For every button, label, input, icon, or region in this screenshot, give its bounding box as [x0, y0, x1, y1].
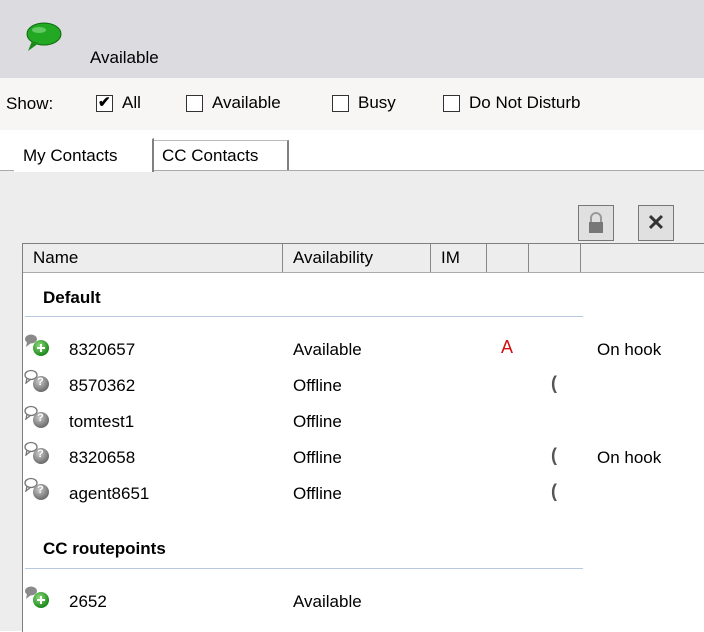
filter-bar: Show: All Available Busy Do Not Disturb [0, 78, 704, 130]
column-header-name[interactable]: Name [23, 244, 283, 272]
contact-row[interactable]: agent8651 Offline ( [23, 476, 704, 510]
chat-bubble-green-icon[interactable] [24, 22, 62, 52]
checkbox-icon[interactable] [332, 94, 349, 112]
presence-offline-icon [33, 376, 49, 392]
presence-offline-icon [33, 412, 49, 428]
alert-indicator: A [501, 337, 514, 357]
filter-label: Busy [358, 93, 396, 112]
contacts-panel: ✕ Name Availability IM Default 8320657 A… [0, 170, 704, 632]
status-header: Available [0, 0, 704, 78]
contact-name: 8320657 [69, 340, 136, 359]
contacts-list: Name Availability IM Default 8320657 Ava… [22, 243, 704, 632]
contact-availability: Offline [293, 448, 342, 467]
filter-busy-checkbox[interactable]: Busy [332, 92, 396, 114]
contact-row[interactable]: 8320657 Available A On hook [23, 332, 704, 366]
tab-cc-contacts[interactable]: CC Contacts [154, 140, 289, 170]
contact-row[interactable]: 2652 Available [23, 584, 704, 618]
contact-row[interactable]: tomtest1 Offline [23, 404, 704, 438]
phone-icon[interactable]: ( [551, 481, 557, 502]
contact-availability: Offline [293, 412, 342, 431]
column-header-im[interactable]: IM [431, 244, 487, 272]
contact-availability: Available [293, 340, 362, 359]
filter-label: All [122, 93, 141, 112]
contact-availability: Offline [293, 376, 342, 395]
contact-name: 2652 [69, 592, 107, 611]
checkbox-icon[interactable] [443, 94, 460, 112]
group-divider [25, 316, 583, 317]
column-header-hook[interactable] [581, 244, 704, 272]
close-button[interactable]: ✕ [638, 205, 674, 241]
filter-label: Available [212, 93, 281, 112]
close-icon: ✕ [646, 210, 666, 235]
column-header-availability[interactable]: Availability [283, 244, 431, 272]
presence-offline-icon [33, 448, 49, 464]
filter-label: Do Not Disturb [469, 93, 581, 112]
lock-icon [589, 212, 603, 233]
hook-status: On hook [597, 448, 662, 467]
phone-icon[interactable]: ( [551, 445, 557, 466]
contact-name: 8320658 [69, 448, 136, 467]
contact-name: 8570362 [69, 376, 136, 395]
contact-availability: Offline [293, 484, 342, 503]
column-header-phone[interactable] [529, 244, 581, 272]
checkbox-icon[interactable] [186, 94, 203, 112]
filter-all-checkbox[interactable]: All [96, 92, 141, 114]
presence-available-icon [33, 592, 49, 608]
phone-icon[interactable]: ( [551, 373, 557, 394]
contact-row[interactable]: 8320658 Offline ( On hook [23, 440, 704, 474]
presence-available-icon [33, 340, 49, 356]
hook-status: On hook [597, 340, 662, 359]
show-label: Show: [6, 94, 54, 113]
group-divider [25, 568, 583, 569]
contact-name: agent8651 [69, 484, 150, 503]
filter-dnd-checkbox[interactable]: Do Not Disturb [443, 92, 580, 114]
group-header-default[interactable]: Default [43, 288, 101, 308]
contact-row[interactable]: 8570362 Offline ( [23, 368, 704, 402]
lock-button[interactable] [578, 205, 614, 241]
contact-availability: Available [293, 592, 362, 611]
presence-offline-icon [33, 484, 49, 500]
column-header-alert[interactable] [487, 244, 529, 272]
contact-name: tomtest1 [69, 412, 135, 431]
tab-my-contacts[interactable]: My Contacts [14, 138, 154, 172]
filter-available-checkbox[interactable]: Available [186, 92, 281, 114]
checkbox-icon[interactable] [96, 93, 113, 112]
status-label[interactable]: Available [90, 48, 159, 68]
tab-strip: My Contacts CC Contacts [0, 130, 704, 172]
column-header-row: Name Availability IM [23, 244, 704, 273]
group-header-cc-routepoints[interactable]: CC routepoints [43, 539, 166, 559]
